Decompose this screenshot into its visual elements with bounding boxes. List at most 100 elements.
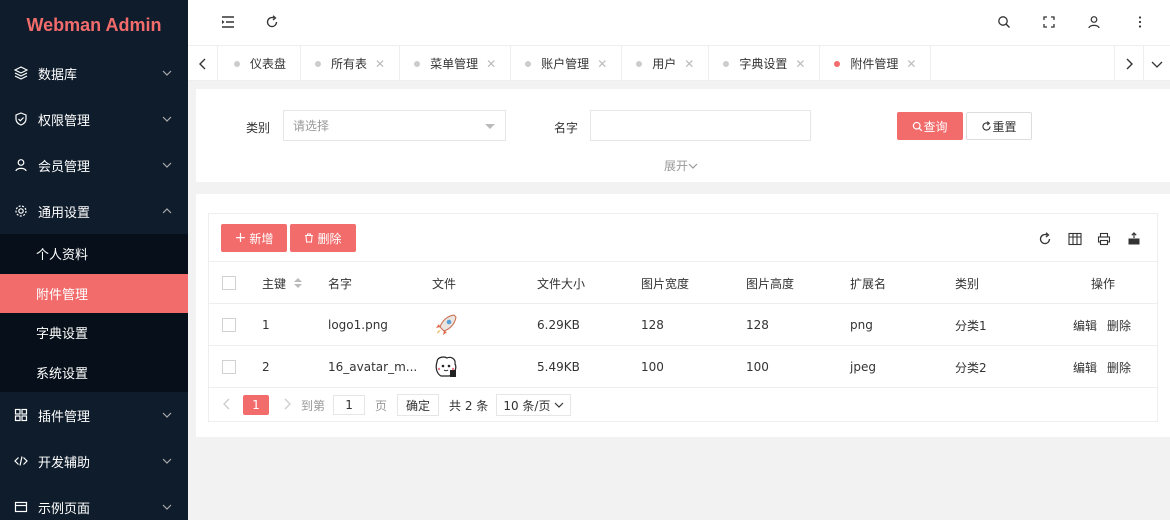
next-page-icon[interactable] [283,398,291,413]
sidebar-item-label: 权限管理 [38,113,91,129]
cell-width: 128 [641,318,664,332]
sidebar-item-database[interactable]: 数据库 [0,50,188,96]
sidebar-subitem-profile[interactable]: 个人资料 [0,234,188,274]
cell-name: 16_avatar_m... [328,360,418,374]
chevron-down-icon [162,458,172,464]
sidebar-item-label: 通用设置 [38,205,91,221]
tabs-dropdown-icon[interactable] [1144,46,1170,81]
search-panel: 类别 请选择 名字 查询 重置 展开 [196,89,1170,182]
cell-height: 128 [746,318,769,332]
refresh-icon[interactable] [264,14,280,30]
close-icon[interactable]: ✕ [906,57,916,71]
plus-icon: + [234,230,247,246]
goto-confirm-button[interactable]: 确定 [397,394,440,416]
goto-page-input[interactable]: 1 [333,395,366,415]
sort-icon[interactable] [294,278,303,288]
sidebar-item-general-settings[interactable]: 通用设置 [0,188,188,234]
delete-button[interactable]: 删除 [290,224,356,252]
columns-icon[interactable] [1067,231,1083,247]
row-checkbox[interactable] [222,346,236,388]
tab-dot [315,60,322,67]
close-icon[interactable]: ✕ [684,57,694,71]
table-header: 主键 名字 文件 文件大小 图片宽度 图片高度 扩展名 类别 操作 [209,262,1157,304]
close-icon[interactable]: ✕ [486,57,496,71]
print-icon[interactable] [1096,231,1112,247]
app-logo[interactable]: Webman Admin [0,0,188,50]
close-icon[interactable]: ✕ [375,57,385,71]
export-icon[interactable] [1126,231,1142,247]
category-select[interactable]: 请选择 [283,110,506,141]
fullscreen-icon[interactable] [1041,14,1057,30]
tab-dashboard[interactable]: 仪表盘 [220,46,302,81]
close-icon[interactable]: ✕ [597,57,607,71]
layers-icon [14,66,28,80]
edit-link[interactable]: 编辑 [1073,317,1097,334]
reset-button[interactable]: 重置 [966,112,1032,140]
expand-toggle[interactable]: 展开 [664,157,698,174]
more-vertical-icon[interactable] [1132,14,1148,30]
tab-attachments[interactable]: 附件管理 ✕ [820,46,932,81]
user-icon[interactable] [1086,14,1102,30]
name-input[interactable] [590,110,811,141]
sidebar-item-permissions[interactable]: 权限管理 [0,96,188,142]
sidebar-subitem-dictionary[interactable]: 字典设置 [0,313,188,353]
tab-all-tables[interactable]: 所有表 ✕ [301,46,401,81]
cell-ext: jpeg [850,360,876,374]
sidebar-item-examples[interactable]: 示例页面 [0,484,188,520]
sidebar-subitem-system[interactable]: 系统设置 [0,353,188,393]
table-toolbar: + 新增 删除 [209,214,1157,262]
tab-dot [525,60,532,67]
row-checkbox[interactable] [222,304,236,346]
sidebar-subitem-attachments[interactable]: 附件管理 [0,273,188,313]
trash-icon [305,233,314,243]
close-icon[interactable]: ✕ [795,57,805,71]
page-size-select[interactable]: 10 条/页 [496,394,572,416]
code-icon [14,454,28,468]
sidebar-item-members[interactable]: 会员管理 [0,142,188,188]
total-count: 共 2 条 [449,398,489,413]
avatar-icon[interactable] [432,346,460,388]
header-file: 文件 [432,276,457,291]
tab-users[interactable]: 用户 ✕ [622,46,710,81]
chevron-down-icon [162,70,172,76]
tab-label: 仪表盘 [250,57,287,71]
header-file-size: 文件大小 [537,276,586,291]
tabs-bar: 仪表盘 所有表 ✕ 菜单管理 ✕ 账户管理 ✕ 用户 ✕ 字典设置 ✕ 附件管理 ✕ [188,46,1170,81]
tab-label: 所有表 [331,57,368,71]
select-all-checkbox[interactable] [222,262,236,304]
edit-link[interactable]: 编辑 [1073,359,1097,376]
tab-dot [414,60,421,67]
tab-menu-management[interactable]: 菜单管理 ✕ [400,46,512,81]
tabs-scroll-right-icon[interactable] [1114,46,1144,81]
chevron-up-icon [162,208,172,214]
prev-page-icon[interactable] [223,398,231,413]
cell-ext: png [850,318,873,332]
delete-link[interactable]: 删除 [1107,317,1131,334]
refresh-icon [982,120,992,131]
tab-label: 菜单管理 [430,57,479,71]
tab-dictionary-settings[interactable]: 字典设置 ✕ [709,46,821,81]
tab-account-management[interactable]: 账户管理 ✕ [511,46,623,81]
add-button[interactable]: + 新增 [221,224,287,252]
header-id[interactable]: 主键 [262,262,303,304]
delete-link[interactable]: 删除 [1107,359,1131,376]
rocket-icon[interactable] [432,304,460,346]
page-current[interactable]: 1 [243,395,269,415]
page-size-label: 10 条/页 [503,398,551,413]
topbar [188,0,1170,46]
sidebar: Webman Admin 数据库 权限管理 会员管理 通用设置 个人资料 附件管… [0,0,188,520]
cell-actions: 编辑 删除 [1073,304,1141,346]
submenu-general-settings: 个人资料 附件管理 字典设置 系统设置 [0,234,188,392]
search-icon[interactable] [996,14,1012,30]
sidebar-item-dev-tools[interactable]: 开发辅助 [0,438,188,484]
gear-icon [14,204,28,218]
tab-dot [723,60,730,67]
refresh-icon[interactable] [1037,231,1053,247]
cell-size: 6.29KB [537,318,580,332]
menu-fold-icon[interactable] [220,14,236,30]
sidebar-item-plugins[interactable]: 插件管理 [0,392,188,438]
tabs-scroll-left-icon[interactable] [188,46,218,81]
data-table: + 新增 删除 主键 名字 文件 文件大小 图片宽度 图片高度 扩展名 类别 操… [208,213,1158,422]
query-button[interactable]: 查询 [897,112,963,140]
expand-label: 展开 [664,159,689,173]
